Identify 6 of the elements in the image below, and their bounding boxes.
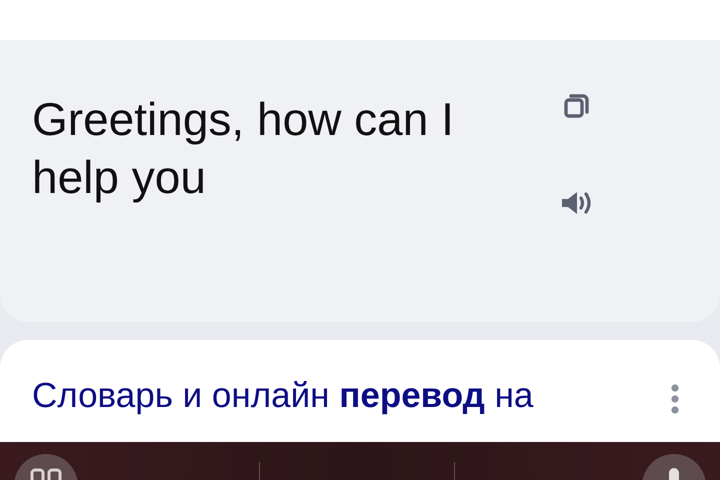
grid-icon — [30, 468, 62, 480]
more-icon[interactable] — [671, 384, 679, 414]
translation-text: Greetings, how can I help you — [32, 92, 455, 205]
result-title-link[interactable]: Словарь и онлайн перевод на — [32, 370, 630, 442]
copy-icon[interactable] — [563, 92, 591, 120]
microphone-icon — [668, 468, 680, 480]
